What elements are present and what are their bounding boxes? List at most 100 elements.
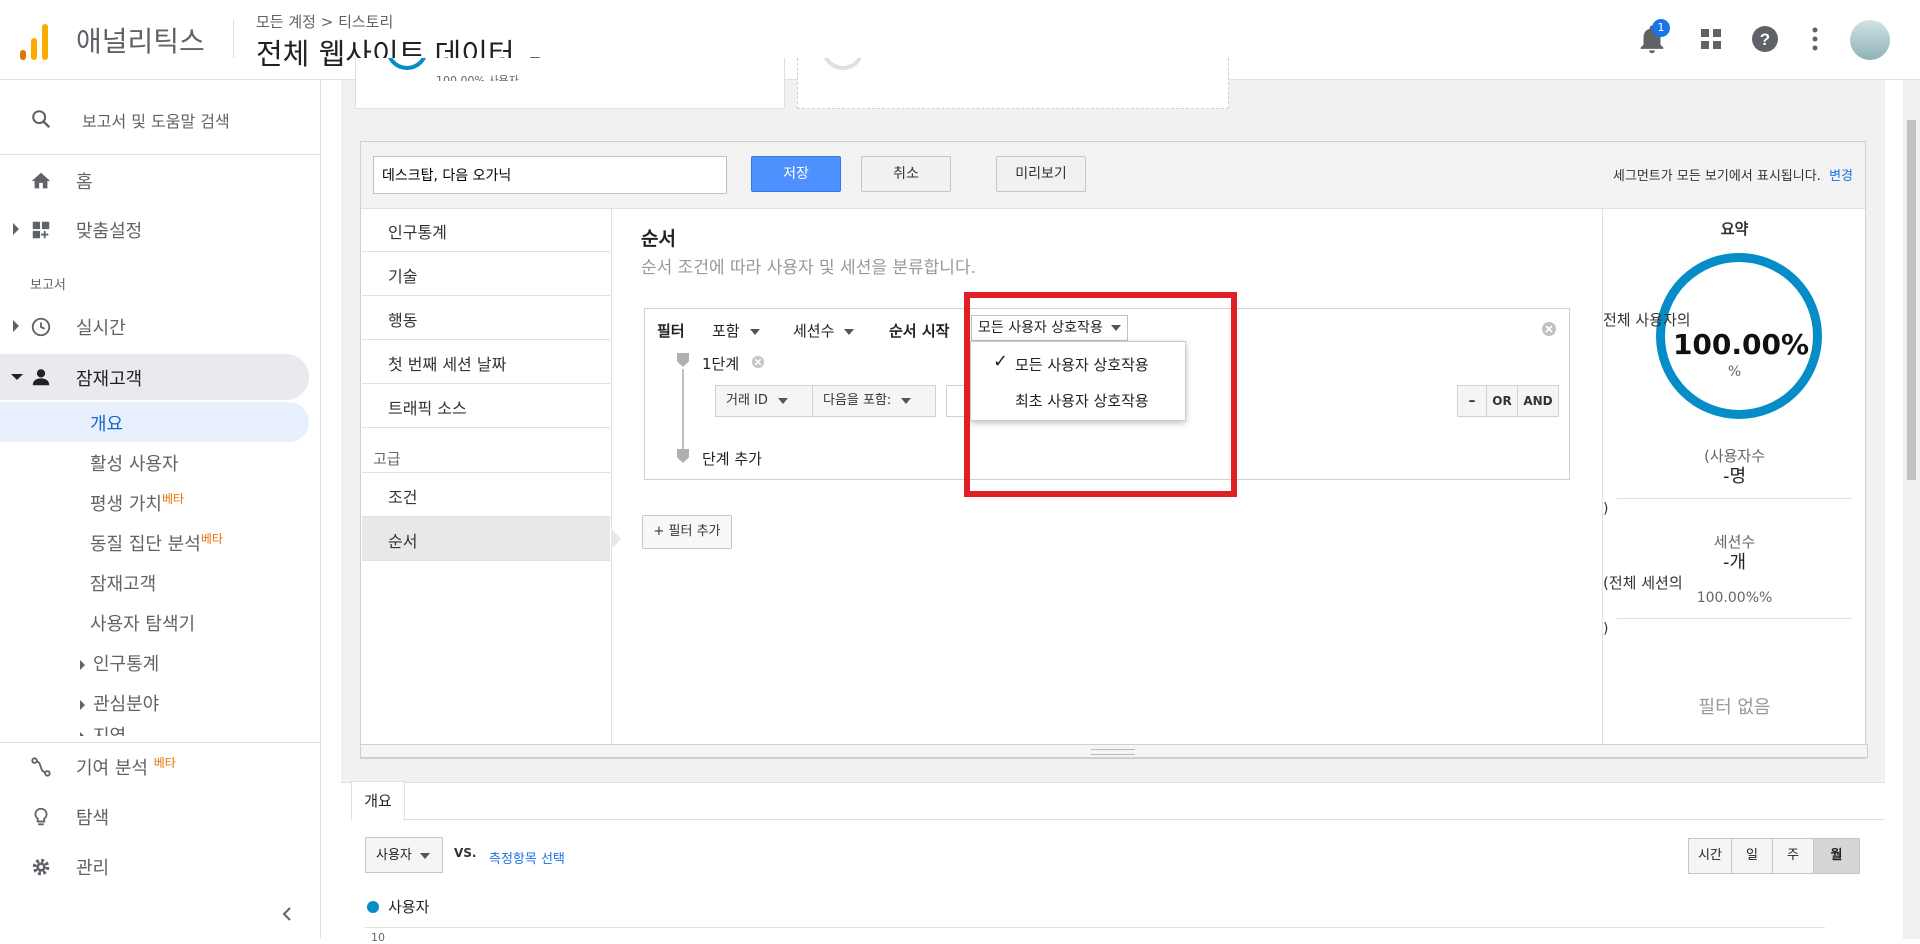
select-metric-link[interactable]: 측정항목 선택 [489,848,565,867]
caret-right-icon [80,660,85,670]
category-technology[interactable]: 기술 [362,252,610,296]
sidebar-sub-audiences[interactable]: 잠재고객 [90,570,156,596]
sidebar-sub-overview[interactable]: 개요 [0,402,309,442]
step-connector [682,369,684,457]
add-step-link[interactable]: 단계 추가 [702,448,762,469]
sidebar-divider [0,154,320,155]
sidebar-sub-interests[interactable]: 관심분야 [80,690,159,716]
resize-handle[interactable] [360,744,1868,758]
caret-right-icon [80,732,85,736]
overview-panel: 개요 사용자 VS. 측정항목 선택 시간 일 주 월 사용자 10 [341,781,1885,944]
sequence-description: 순서 조건에 따라 사용자 및 세션을 분류합니다. [641,258,976,278]
summary-paren: ) [1603,621,1609,637]
period-day[interactable]: 일 [1732,839,1773,873]
sidebar-label-audience: 잠재고객 [76,369,143,390]
analytics-logo[interactable] [18,20,52,60]
summary-percent-unit: % [1727,364,1742,380]
header-divider [233,20,234,58]
category-list: 인구통계 기술 행동 첫 번째 세션 날짜 트래픽 소스 고급 조건 순서 [361,208,621,758]
highlight-box [964,292,1237,497]
summary-users-value: -명 [1722,466,1747,487]
sessions-dropdown[interactable]: 세션수 [793,320,855,341]
category-demographics[interactable]: 인구통계 [362,208,610,252]
sidebar-item-admin[interactable]: 관리 [0,846,320,886]
or-button[interactable]: OR [1486,385,1518,417]
app-name: 애널리틱스 [76,25,205,58]
avatar[interactable] [1850,20,1890,60]
notification-badge: 1 [1652,19,1670,37]
person-icon [32,369,50,386]
sidebar-item-attribution[interactable]: 기여 분석 베타 [0,746,320,786]
account-breadcrumb[interactable]: 모든 계정 > 티스토리 [256,11,393,32]
category-behavior[interactable]: 행동 [362,296,610,340]
sidebar-sub-demographics[interactable]: 인구통계 [80,650,159,676]
more-vert-icon[interactable] [1798,22,1832,56]
remove-step-icon[interactable] [751,354,765,369]
category-conditions[interactable]: 조건 [362,472,610,517]
sidebar-item-customization[interactable]: 맞춤설정 [0,209,320,249]
metric-dropdown[interactable]: 사용자 [365,837,443,873]
period-week[interactable]: 주 [1773,839,1814,873]
home-icon [31,172,51,189]
summary-of-total-users: 전체 사용자의 [1603,311,1691,329]
segment-card-2[interactable] [797,58,1229,109]
apps-grid-icon[interactable] [1694,22,1728,56]
sidebar-sub-cohort[interactable]: 동질 집단 분석베타 [90,530,223,556]
caret-right-icon [80,700,85,710]
sidebar-sub-lifetime-value[interactable]: 평생 가치베타 [90,490,184,516]
search-label: 보고서 및 도움말 검색 [82,112,230,131]
beta-badge: 베타 [161,492,185,506]
sequence-title: 순서 [641,228,676,250]
sidebar-sub-user-explorer[interactable]: 사용자 탐색기 [90,610,195,636]
cancel-button[interactable]: 취소 [861,156,951,192]
match-type-dropdown[interactable]: 다음을 포함: [812,385,936,417]
help-icon[interactable]: ? [1748,22,1782,56]
segment-editor: 저장 취소 미리보기 세그먼트가 모든 보기에서 표시됩니다. 변경 인구통계 … [360,141,1866,759]
sidebar-sub-active-users[interactable]: 활성 사용자 [90,450,179,476]
sidebar-sub-label: 지역 [93,726,126,736]
collapse-sidebar-icon[interactable] [280,906,294,921]
and-button[interactable]: AND [1517,385,1559,417]
change-link[interactable]: 변경 [1829,169,1853,184]
scrollbar-thumb[interactable] [1907,120,1916,480]
save-button[interactable]: 저장 [751,156,841,192]
empty-segment-ring [822,58,864,70]
tab-underline [403,819,1885,820]
period-month[interactable]: 월 [1814,839,1859,873]
visibility-notice: 세그먼트가 모든 보기에서 표시됩니다. 변경 [1612,169,1853,184]
category-traffic-sources[interactable]: 트래픽 소스 [362,384,610,428]
notifications-icon[interactable]: 1 [1635,19,1670,56]
search-icon [32,110,51,129]
sidebar-item-realtime[interactable]: 실시간 [0,306,320,346]
remove-filter-icon[interactable] [1541,321,1557,337]
axis-tick-label: 10 [371,931,385,944]
category-first-session[interactable]: 첫 번째 세션 날짜 [362,340,610,384]
include-dropdown[interactable]: 포함 [712,320,760,341]
minus-button[interactable]: – [1457,385,1487,417]
summary-divider [1617,498,1852,499]
period-hour[interactable]: 시간 [1689,839,1732,873]
scrollbar-track[interactable] [1903,80,1920,939]
legend-dot [367,901,379,913]
category-sequences[interactable]: 순서 [362,517,610,561]
summary-sessions-value: -개 [1722,552,1747,573]
vs-label: VS. [454,846,477,860]
sidebar-item-home[interactable]: 홈 [0,160,320,200]
reports-heading: 보고서 [30,278,66,293]
summary-title: 요약 [1720,220,1749,238]
segment-name-input[interactable] [373,156,727,194]
sidebar-label-attribution: 기여 분석 베타 [76,756,176,779]
dimension-dropdown[interactable]: 거래 ID [715,385,813,417]
segment-card-1[interactable]: 100.00% 사용자 [355,58,785,109]
attribution-icon [31,757,51,777]
preview-button[interactable]: 미리보기 [996,156,1086,192]
add-filter-button[interactable]: + 필터 추가 [642,515,732,549]
sidebar-sub-geo[interactable]: 지역 [80,722,126,736]
tab-overview[interactable]: 개요 [351,781,405,821]
sidebar-item-discover[interactable]: 탐색 [0,796,320,836]
sidebar: 보고서 및 도움말 검색 홈 맞춤설정 보고서 실시간 잠재고객 개요 활성 사… [0,80,321,939]
dashboard-icon [32,221,50,239]
sidebar-item-audience[interactable]: 잠재고객 [0,354,309,400]
sidebar-search[interactable]: 보고서 및 도움말 검색 [0,96,320,142]
sidebar-sub-label: 관심분야 [93,694,160,715]
